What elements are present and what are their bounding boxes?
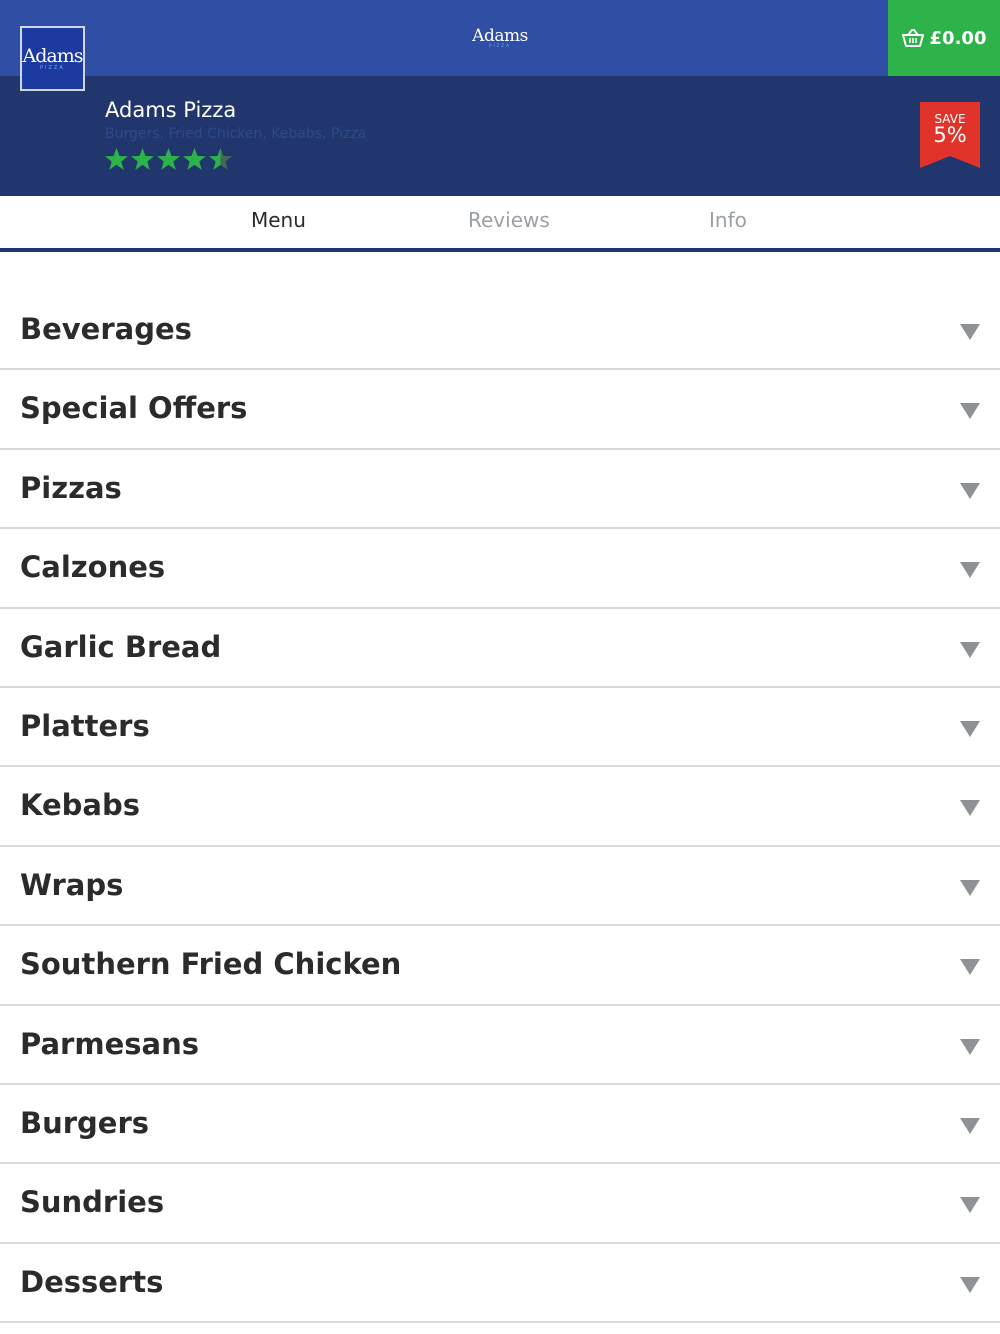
menu-category-label: Desserts xyxy=(20,1264,164,1299)
star-icon xyxy=(105,148,128,170)
menu-category-parmesans[interactable]: Parmesans xyxy=(0,1006,1000,1085)
chevron-down-icon xyxy=(960,403,980,420)
app-logo: Adams PIZZA xyxy=(460,26,540,52)
star-icon xyxy=(131,148,154,170)
chevron-down-icon xyxy=(960,879,980,896)
menu-category-label: Parmesans xyxy=(20,1026,199,1061)
basket-total: £0.00 xyxy=(929,27,987,49)
menu-category-desserts[interactable]: Desserts xyxy=(0,1244,1000,1324)
menu-category-sundries[interactable]: Sundries xyxy=(0,1164,1000,1244)
chevron-down-icon xyxy=(960,959,980,976)
menu-category-label: Kebabs xyxy=(20,788,140,823)
star-rating xyxy=(104,147,233,172)
basket-button[interactable]: £0.00 xyxy=(888,0,1000,76)
menu-category-list: Beverages Special Offers Pizzas Calzones… xyxy=(0,291,1000,1324)
menu-category-special-offers[interactable]: Special Offers xyxy=(0,370,1000,450)
chevron-down-icon xyxy=(960,641,980,658)
menu-category-burgers[interactable]: Burgers xyxy=(0,1085,1000,1165)
menu-category-label: Wraps xyxy=(20,867,124,902)
star-icon xyxy=(183,148,206,170)
menu-category-label: Burgers xyxy=(20,1105,150,1140)
chevron-down-icon xyxy=(960,800,980,817)
restaurant-logo-text: Adams xyxy=(22,45,84,67)
menu-category-label: Platters xyxy=(20,708,150,743)
star-icon xyxy=(157,148,180,170)
menu-category-platters[interactable]: Platters xyxy=(0,688,1000,768)
chevron-down-icon xyxy=(960,482,980,499)
menu-category-garlic-bread[interactable]: Garlic Bread xyxy=(0,609,1000,688)
chevron-down-icon xyxy=(960,1197,980,1214)
chevron-down-icon xyxy=(960,1276,980,1293)
tab-info[interactable]: Info xyxy=(709,208,747,232)
chevron-down-icon xyxy=(960,1038,980,1055)
menu-category-label: Beverages xyxy=(20,312,192,346)
restaurant-logo: Adams PIZZA xyxy=(20,26,85,91)
chevron-down-icon xyxy=(960,1117,980,1134)
chevron-down-icon xyxy=(960,324,980,340)
menu-category-label: Pizzas xyxy=(20,470,122,505)
menu-category-label: Special Offers xyxy=(20,391,248,426)
menu-category-label: Southern Fried Chicken xyxy=(20,947,402,982)
restaurant-name: Adams Pizza xyxy=(105,98,237,122)
tab-bar: Menu Reviews Info xyxy=(0,196,1000,252)
menu-category-wraps[interactable]: Wraps xyxy=(0,847,1000,927)
menu-category-calzones[interactable]: Calzones xyxy=(0,529,1000,609)
menu-category-kebabs[interactable]: Kebabs xyxy=(0,767,1000,847)
menu-category-label: Garlic Bread xyxy=(20,629,222,664)
menu-category-southern-fried-chicken[interactable]: Southern Fried Chicken xyxy=(0,926,1000,1006)
menu-category-label: Sundries xyxy=(20,1185,165,1220)
tab-reviews[interactable]: Reviews xyxy=(468,208,550,232)
save-badge: SAVE 5% xyxy=(920,102,980,168)
restaurant-cuisines: Burgers, Fried Chicken, Kebabs, Pizza xyxy=(105,126,367,142)
menu-category-beverages[interactable]: Beverages xyxy=(0,291,1000,371)
top-nav-bar: Adams PIZZA £0.00 xyxy=(0,0,1000,76)
chevron-down-icon xyxy=(960,720,980,737)
chevron-down-icon xyxy=(960,562,980,579)
menu-category-pizzas[interactable]: Pizzas xyxy=(0,450,1000,530)
basket-icon xyxy=(901,29,924,47)
star-icon xyxy=(209,148,232,170)
menu-category-label: Calzones xyxy=(20,550,166,585)
tab-menu[interactable]: Menu xyxy=(251,208,306,232)
save-value: 5% xyxy=(933,123,967,147)
